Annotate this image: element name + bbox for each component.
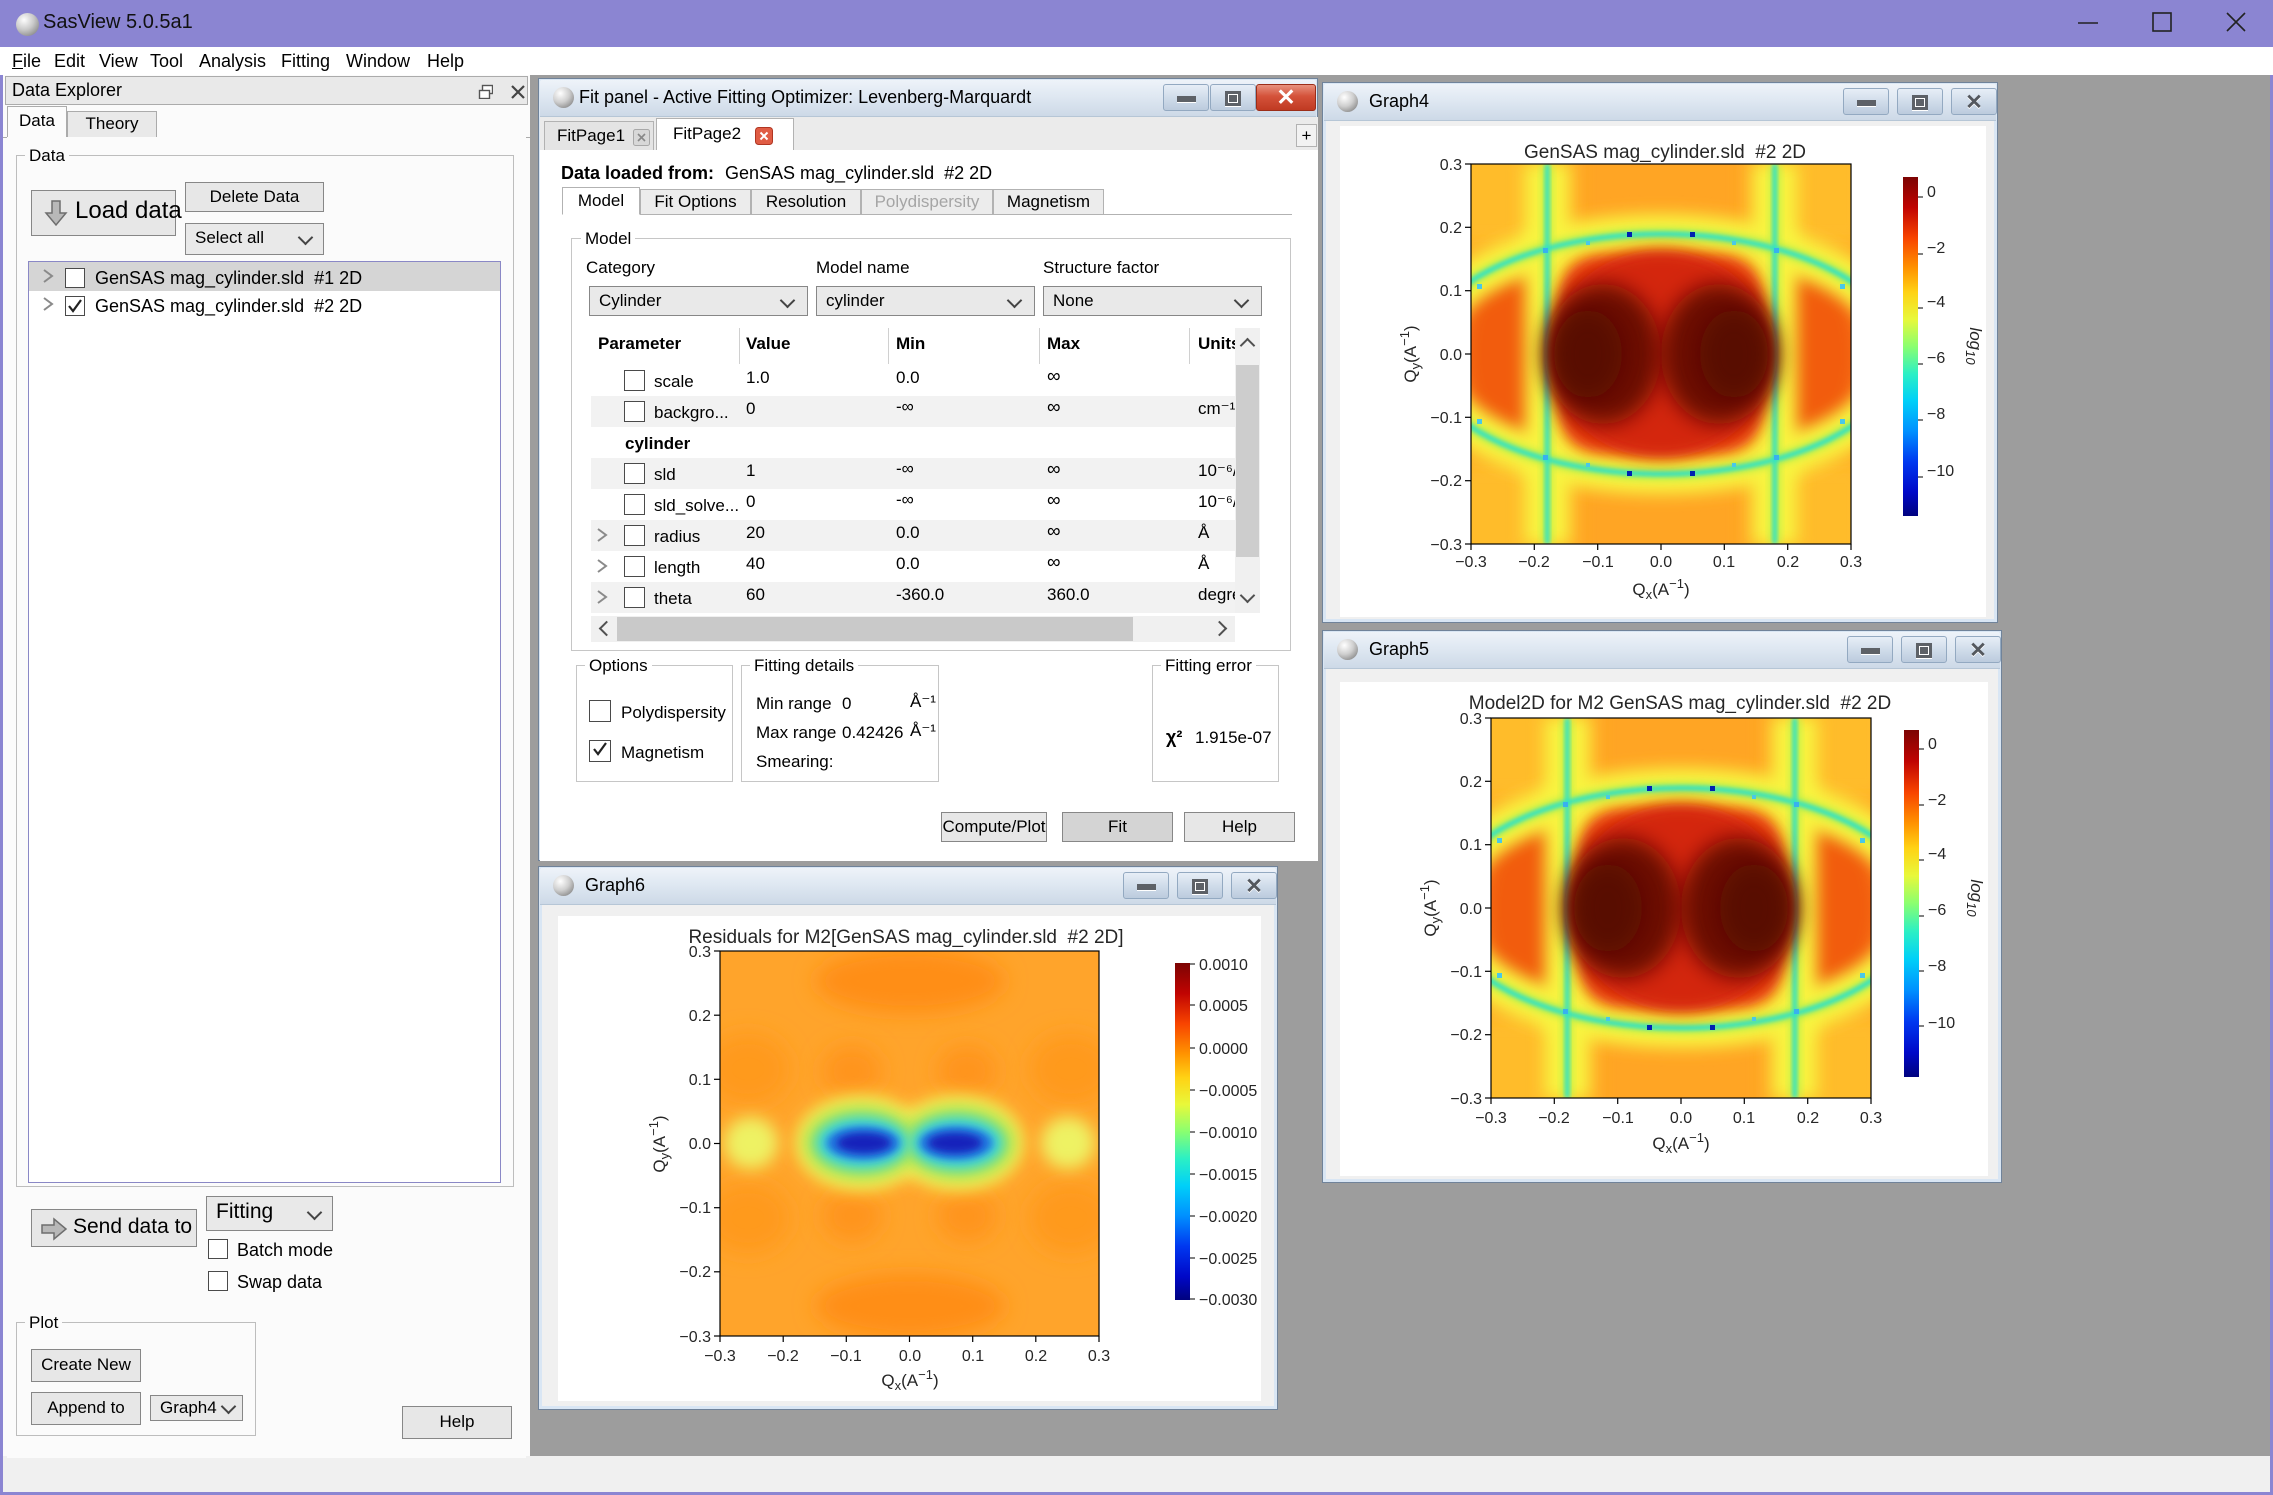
svg-text:−0.1: −0.1 <box>1450 964 1482 981</box>
svg-text:−0.0020: −0.0020 <box>1199 1209 1257 1226</box>
svg-text:0.3: 0.3 <box>1088 1348 1110 1365</box>
svg-text:GenSAS mag_cylinder.sld #2 2D: GenSAS mag_cylinder.sld #2 2D <box>1524 142 1806 163</box>
svg-text:−0.1: −0.1 <box>1602 1110 1634 1127</box>
svg-text:0.1: 0.1 <box>689 1072 711 1089</box>
svg-text:−0.0010: −0.0010 <box>1199 1125 1257 1142</box>
svg-text:0.2: 0.2 <box>1025 1348 1047 1365</box>
svg-text:0.0: 0.0 <box>1460 901 1482 918</box>
svg-text:−0.3: −0.3 <box>704 1348 736 1365</box>
svg-text:0.0010: 0.0010 <box>1199 957 1248 974</box>
svg-text:−0.1: −0.1 <box>679 1200 711 1217</box>
svg-text:0.1: 0.1 <box>1440 283 1462 300</box>
svg-text:0.1: 0.1 <box>1733 1110 1755 1127</box>
svg-text:−0.3: −0.3 <box>1475 1110 1507 1127</box>
svg-text:0.2: 0.2 <box>1460 774 1482 791</box>
svg-text:Model2D for M2 GenSAS mag_cyli: Model2D for M2 GenSAS mag_cylinder.sld #… <box>1469 693 1891 714</box>
svg-text:−0.2: −0.2 <box>1430 473 1462 490</box>
svg-text:log10: log10 <box>1963 327 1985 365</box>
svg-text:0.0: 0.0 <box>1440 347 1462 364</box>
svg-text:Qx(A−1): Qx(A−1) <box>1632 576 1689 602</box>
svg-text:−0.0025: −0.0025 <box>1199 1251 1257 1268</box>
svg-text:−0.2: −0.2 <box>1518 554 1550 571</box>
svg-text:−0.3: −0.3 <box>1430 537 1462 554</box>
svg-text:0.3: 0.3 <box>1840 554 1862 571</box>
svg-text:0.0: 0.0 <box>1670 1110 1692 1127</box>
svg-text:0.1: 0.1 <box>1713 554 1735 571</box>
svg-text:0.0: 0.0 <box>1650 554 1672 571</box>
svg-text:0.3: 0.3 <box>689 944 711 961</box>
svg-text:−0.0015: −0.0015 <box>1199 1167 1257 1184</box>
svg-text:−0.1: −0.1 <box>830 1348 862 1365</box>
svg-text:−0.1: −0.1 <box>1582 554 1614 571</box>
svg-text:−0.2: −0.2 <box>767 1348 799 1365</box>
svg-text:0.3: 0.3 <box>1860 1110 1882 1127</box>
svg-text:0.2: 0.2 <box>1797 1110 1819 1127</box>
svg-text:0.2: 0.2 <box>1440 220 1462 237</box>
svg-text:Qx(A−1): Qx(A−1) <box>1652 1130 1709 1156</box>
svg-text:−0.1: −0.1 <box>1430 410 1462 427</box>
svg-text:−0.0005: −0.0005 <box>1199 1083 1257 1100</box>
svg-text:0.0: 0.0 <box>689 1136 711 1153</box>
svg-text:Qy(A−1): Qy(A−1) <box>1417 879 1443 936</box>
svg-text:0.0000: 0.0000 <box>1199 1041 1248 1058</box>
svg-text:0.2: 0.2 <box>1777 554 1799 571</box>
svg-text:0.1: 0.1 <box>962 1348 984 1365</box>
svg-text:Qy(A−1): Qy(A−1) <box>646 1115 672 1172</box>
svg-text:−0.0030: −0.0030 <box>1199 1292 1257 1309</box>
svg-text:log10: log10 <box>1964 879 1986 917</box>
svg-text:0.0005: 0.0005 <box>1199 998 1248 1015</box>
svg-text:−0.3: −0.3 <box>1455 554 1487 571</box>
svg-text:Qy(A−1): Qy(A−1) <box>1397 325 1423 382</box>
svg-text:0.1: 0.1 <box>1460 837 1482 854</box>
svg-text:0.2: 0.2 <box>689 1008 711 1025</box>
svg-text:−0.2: −0.2 <box>1538 1110 1570 1127</box>
svg-text:0.3: 0.3 <box>1460 711 1482 728</box>
svg-text:−0.2: −0.2 <box>679 1264 711 1281</box>
svg-text:Qx(A−1): Qx(A−1) <box>881 1367 938 1393</box>
svg-text:0.3: 0.3 <box>1440 157 1462 174</box>
svg-text:Residuals for M2[GenSAS mag_cy: Residuals for M2[GenSAS mag_cylinder.sld… <box>688 927 1123 948</box>
svg-text:−0.2: −0.2 <box>1450 1027 1482 1044</box>
svg-text:−0.3: −0.3 <box>1450 1091 1482 1108</box>
svg-text:0.0: 0.0 <box>899 1348 921 1365</box>
svg-text:−0.3: −0.3 <box>679 1329 711 1346</box>
